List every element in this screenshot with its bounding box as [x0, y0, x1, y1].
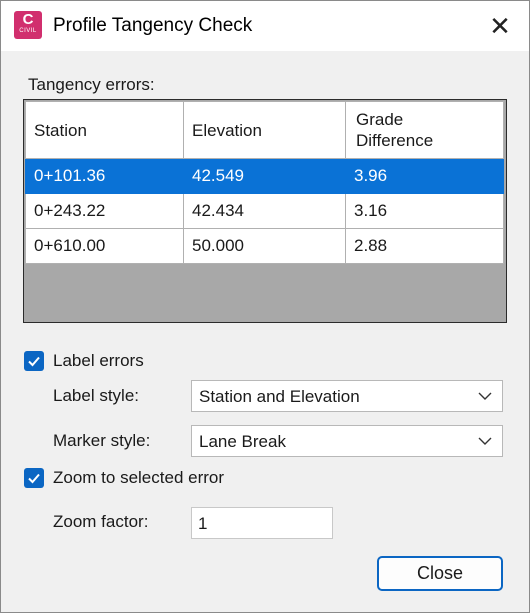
grade-difference-cell: 2.88: [345, 228, 504, 264]
label-style-value: Station and Elevation: [199, 387, 360, 406]
label-style-label: Label style:: [53, 386, 139, 405]
marker-style-label: Marker style:: [53, 431, 151, 450]
grade-difference-cell: 3.16: [345, 193, 504, 229]
zoom-factor-value: 1: [198, 514, 208, 533]
column-header-grade-difference[interactable]: Grade Difference: [345, 101, 504, 159]
grade-difference-cell: 3.96: [345, 158, 504, 194]
tangency-errors-label: Tangency errors:: [28, 75, 155, 94]
close-button[interactable]: Close: [377, 556, 503, 591]
table-row[interactable]: 0+101.36 42.549 3.96: [25, 158, 504, 194]
station-cell: 0+610.00: [25, 228, 184, 264]
checkmark-icon: [28, 473, 40, 484]
checkmark-icon: [28, 356, 40, 367]
station-cell: 0+243.22: [25, 193, 184, 229]
table-header-row: Station Elevation Grade Difference: [25, 101, 504, 159]
column-header-elevation[interactable]: Elevation: [183, 101, 346, 159]
profile-tangency-check-dialog: C CIVIL Profile Tangency Check ✕ Tangenc…: [0, 0, 530, 613]
app-icon-sub: CIVIL: [19, 28, 37, 34]
civil3d-app-icon: C CIVIL: [14, 11, 42, 39]
close-icon[interactable]: ✕: [481, 7, 519, 45]
table-row[interactable]: 0+610.00 50.000 2.88: [25, 228, 504, 264]
zoom-to-selected-label[interactable]: Zoom to selected error: [53, 468, 224, 488]
zoom-to-selected-checkbox[interactable]: [24, 468, 44, 488]
chevron-down-icon: [478, 437, 492, 445]
tangency-errors-grid[interactable]: Station Elevation Grade Difference 0+101…: [23, 99, 507, 323]
window-title: Profile Tangency Check: [53, 15, 253, 36]
marker-style-select[interactable]: Lane Break: [191, 425, 503, 457]
column-header-station[interactable]: Station: [25, 101, 184, 159]
label-style-select[interactable]: Station and Elevation: [191, 380, 503, 412]
app-icon-letter: C: [22, 11, 34, 28]
zoom-factor-label: Zoom factor:: [53, 512, 149, 531]
zoom-factor-input[interactable]: 1: [191, 507, 333, 539]
chevron-down-icon: [478, 392, 492, 400]
label-errors-checkbox[interactable]: [24, 351, 44, 371]
title-bar: C CIVIL Profile Tangency Check ✕: [1, 1, 529, 51]
tangency-errors-table: Station Elevation Grade Difference 0+101…: [25, 101, 504, 264]
table-row[interactable]: 0+243.22 42.434 3.16: [25, 193, 504, 229]
marker-style-value: Lane Break: [199, 432, 286, 451]
label-errors-label[interactable]: Label errors: [53, 351, 144, 371]
elevation-cell: 50.000: [183, 228, 346, 264]
elevation-cell: 42.549: [183, 158, 346, 194]
station-cell: 0+101.36: [25, 158, 184, 194]
elevation-cell: 42.434: [183, 193, 346, 229]
